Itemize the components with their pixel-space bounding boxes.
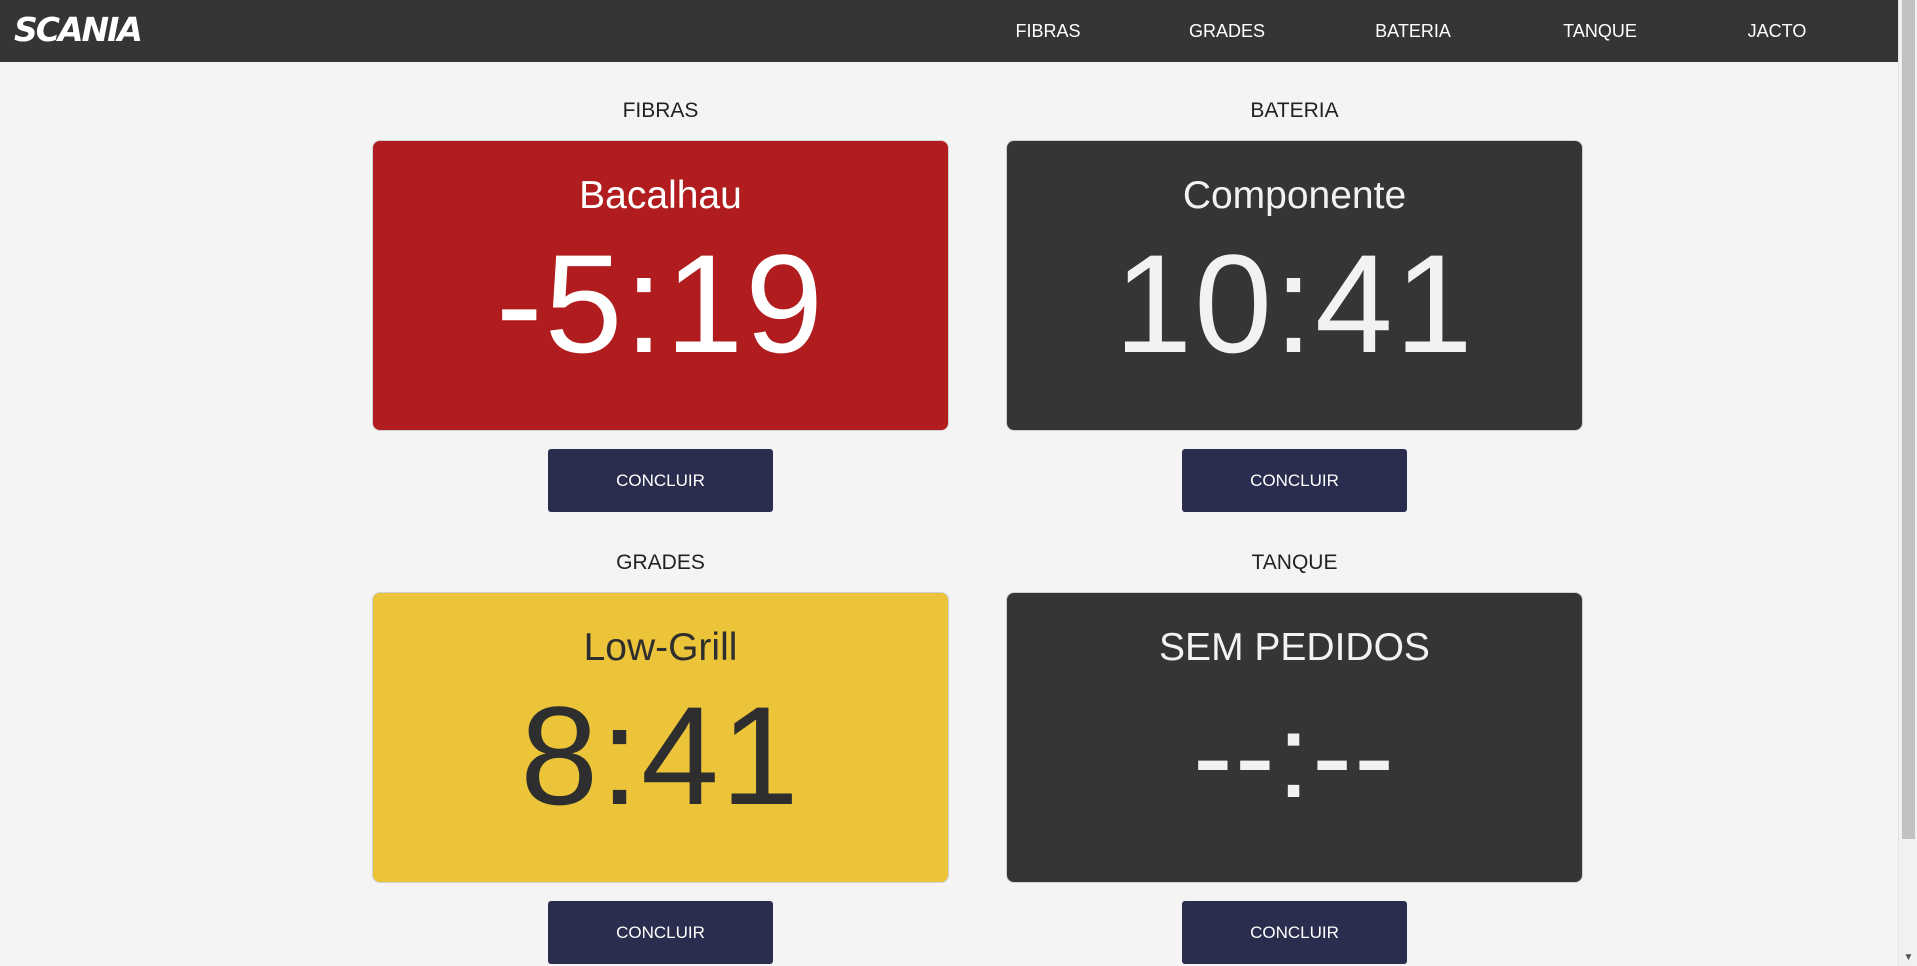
panel-title: BATERIA: [1250, 99, 1339, 122]
card-item-name: Bacalhau: [579, 174, 742, 217]
card-timer: --:--: [1192, 689, 1397, 823]
panel-bateria: BATERIA Componente 10:41 CONCLUIR: [1006, 96, 1583, 512]
timer-card: Low-Grill 8:41: [372, 592, 949, 883]
scania-logo[interactable]: SCANIA: [14, 12, 143, 48]
panel-title: TANQUE: [1251, 551, 1338, 574]
nav-item-grades[interactable]: GRADES: [1167, 0, 1287, 62]
card-timer: -5:19: [495, 225, 826, 382]
card-item-name: Low-Grill: [583, 626, 738, 669]
card-item-name: Componente: [1182, 174, 1407, 217]
top-nav-bar: SCANIA FIBRAS GRADES BATERIA TANQUE JACT…: [0, 0, 1898, 62]
scrollbar-thumb[interactable]: [1902, 0, 1915, 839]
panel-tanque: TANQUE SEM PEDIDOS --:-- CONCLUIR: [1006, 548, 1583, 964]
timer-card: Bacalhau -5:19: [372, 140, 949, 431]
card-timer: 10:41: [1114, 225, 1475, 382]
card-timer: 8:41: [520, 677, 801, 834]
panel-fibras: FIBRAS Bacalhau -5:19 CONCLUIR: [372, 96, 949, 512]
concluir-button[interactable]: CONCLUIR: [548, 449, 773, 512]
concluir-button[interactable]: CONCLUIR: [1182, 449, 1407, 512]
timer-card: SEM PEDIDOS --:--: [1006, 592, 1583, 883]
vertical-scrollbar[interactable]: ▼: [1898, 0, 1917, 966]
panel-title: GRADES: [616, 551, 705, 574]
concluir-button[interactable]: CONCLUIR: [1182, 901, 1407, 964]
panel-title: FIBRAS: [622, 99, 699, 122]
card-item-name: SEM PEDIDOS: [1159, 626, 1430, 669]
panel-grades: GRADES Low-Grill 8:41 CONCLUIR: [372, 548, 949, 964]
concluir-button[interactable]: CONCLUIR: [548, 901, 773, 964]
nav-item-fibras[interactable]: FIBRAS: [988, 0, 1108, 62]
nav-item-jacto[interactable]: JACTO: [1717, 0, 1837, 62]
nav-item-tanque[interactable]: TANQUE: [1540, 0, 1660, 62]
scroll-down-arrow-icon[interactable]: ▼: [1899, 949, 1917, 966]
nav-item-bateria[interactable]: BATERIA: [1353, 0, 1473, 62]
timer-card: Componente 10:41: [1006, 140, 1583, 431]
